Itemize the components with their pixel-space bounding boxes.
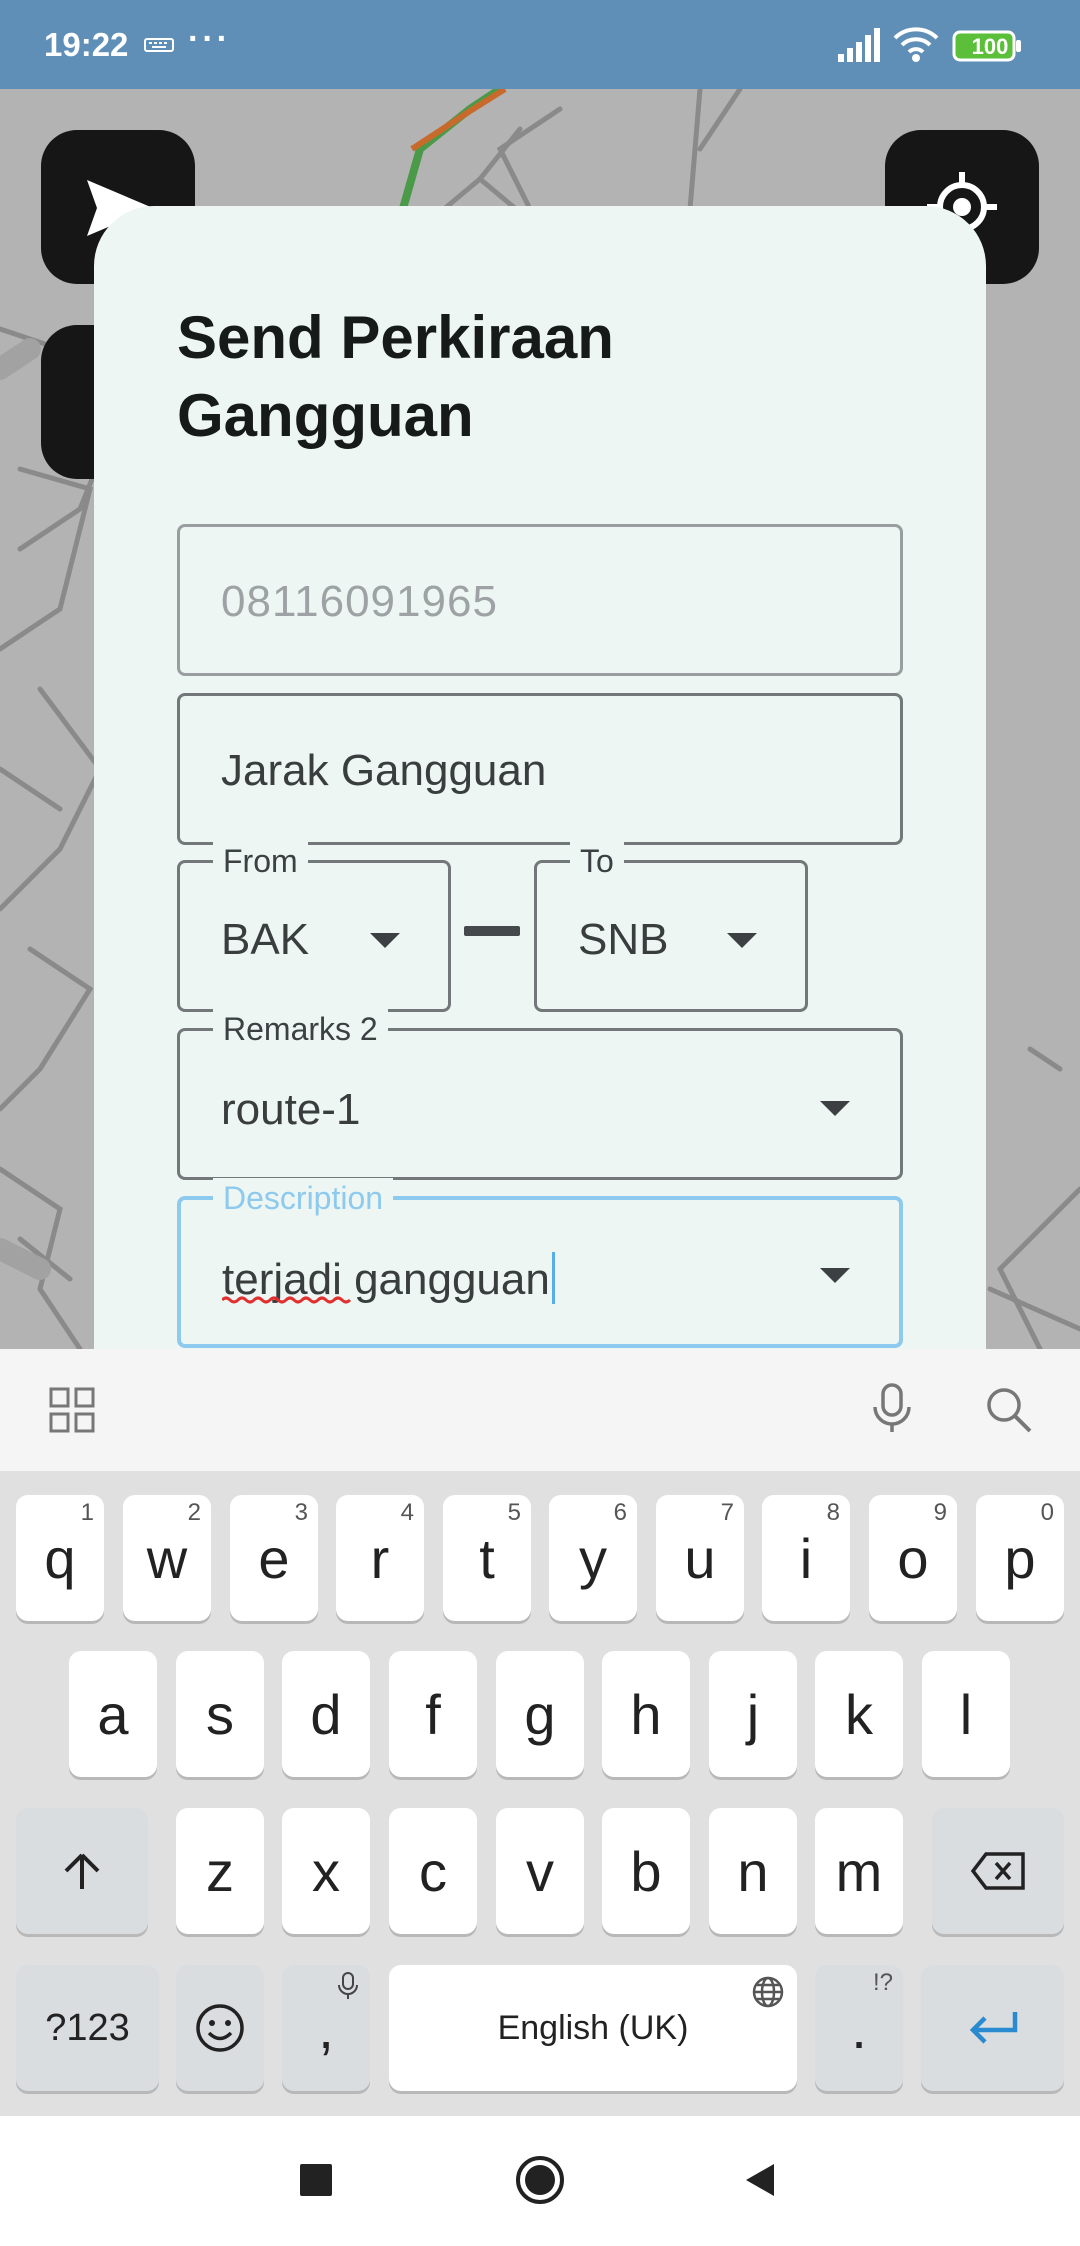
navigation-bar: [0, 2116, 1080, 2246]
key-a[interactable]: a: [69, 1651, 157, 1777]
chevron-down-icon: [820, 1268, 850, 1283]
comma-key[interactable]: ,: [282, 1965, 370, 2091]
key-o[interactable]: o9: [869, 1495, 957, 1621]
key-k[interactable]: k: [815, 1651, 903, 1777]
backspace-key[interactable]: [932, 1808, 1064, 1934]
phone-number-value: 08116091965: [221, 577, 498, 626]
microphone-hint-icon: [338, 1972, 358, 1999]
emoji-key[interactable]: [176, 1965, 264, 2091]
remarks-label: Remarks 2: [213, 1009, 388, 1049]
key-x[interactable]: x: [282, 1808, 370, 1934]
status-more-dots: ···: [188, 20, 231, 58]
back-button[interactable]: [744, 2162, 776, 2198]
from-label: From: [213, 841, 308, 881]
key-p[interactable]: p0: [976, 1495, 1064, 1621]
remarks-dropdown[interactable]: Remarks 2 route-1: [177, 1009, 903, 1180]
to-value: SNB: [578, 915, 669, 964]
phone-number-field[interactable]: 08116091965: [177, 524, 903, 676]
symbols-key[interactable]: ?123: [16, 1965, 159, 2091]
status-time: 19:22: [44, 26, 129, 63]
key-h[interactable]: h: [602, 1651, 690, 1777]
to-dropdown[interactable]: To SNB: [534, 841, 808, 1012]
key-d[interactable]: d: [282, 1651, 370, 1777]
spellcheck-underline: [222, 1296, 352, 1304]
dialog-title: Send Perkiraan Gangguan: [177, 304, 614, 449]
apps-grid-icon[interactable]: [49, 1387, 95, 1433]
from-value: BAK: [221, 915, 310, 964]
key-g[interactable]: g: [496, 1651, 584, 1777]
key-r[interactable]: r4: [336, 1495, 424, 1621]
send-disruption-dialog: Send Perkiraan Gangguan 08116091965 Jara…: [94, 206, 986, 1349]
range-separator: [464, 926, 520, 936]
key-c[interactable]: c: [389, 1808, 477, 1934]
keyboard-status-icon: [144, 38, 174, 52]
shift-icon: [64, 1853, 100, 1889]
shift-key[interactable]: [16, 1808, 148, 1934]
key-f[interactable]: f: [389, 1651, 477, 1777]
key-z[interactable]: z: [176, 1808, 264, 1934]
key-n[interactable]: n: [709, 1808, 797, 1934]
wifi-icon: [893, 27, 939, 62]
signal-icon: [838, 28, 880, 62]
key-w[interactable]: w2: [123, 1495, 211, 1621]
key-m[interactable]: m: [815, 1808, 903, 1934]
key-y[interactable]: y6: [549, 1495, 637, 1621]
keyboard-toolbar: [0, 1349, 1080, 1471]
enter-icon: [969, 2012, 1017, 2044]
key-u[interactable]: u7: [656, 1495, 744, 1621]
chevron-down-icon: [727, 933, 757, 948]
keyboard: q1 w2 e3 r4 t5 y6 u7 i8 o9 p0 a s d f g …: [0, 1471, 1080, 2116]
chevron-down-icon: [820, 1101, 850, 1116]
description-label: Description: [213, 1178, 394, 1218]
battery-level: 100: [971, 34, 1009, 59]
period-key[interactable]: . !?: [815, 1965, 903, 2091]
backspace-icon: [970, 1852, 1025, 1890]
distance-placeholder: Jarak Gangguan: [221, 746, 547, 795]
globe-icon: [752, 1976, 784, 2008]
to-label: To: [570, 841, 624, 881]
distance-field[interactable]: Jarak Gangguan: [177, 693, 903, 845]
key-j[interactable]: j: [709, 1651, 797, 1777]
key-b[interactable]: b: [602, 1808, 690, 1934]
key-s[interactable]: s: [176, 1651, 264, 1777]
key-l[interactable]: l: [922, 1651, 1010, 1777]
status-bar: 19:22 ··· 100: [0, 0, 1080, 89]
text-cursor: [551, 1252, 555, 1304]
key-e[interactable]: e3: [230, 1495, 318, 1621]
key-i[interactable]: i8: [762, 1495, 850, 1621]
search-icon[interactable]: [984, 1385, 1034, 1435]
key-t[interactable]: t5: [443, 1495, 531, 1621]
key-q[interactable]: q1: [16, 1495, 104, 1621]
home-button[interactable]: [514, 2154, 566, 2206]
recents-button[interactable]: [300, 2164, 332, 2196]
key-v[interactable]: v: [496, 1808, 584, 1934]
chevron-down-icon: [370, 933, 400, 948]
space-key[interactable]: English (UK): [389, 1965, 797, 2091]
description-input[interactable]: Description terjadi gangguan: [177, 1178, 903, 1348]
from-dropdown[interactable]: From BAK: [177, 841, 451, 1012]
enter-key[interactable]: [921, 1965, 1064, 2091]
remarks-value: route-1: [221, 1085, 361, 1134]
emoji-icon: [196, 2004, 244, 2052]
microphone-icon[interactable]: [870, 1383, 914, 1435]
